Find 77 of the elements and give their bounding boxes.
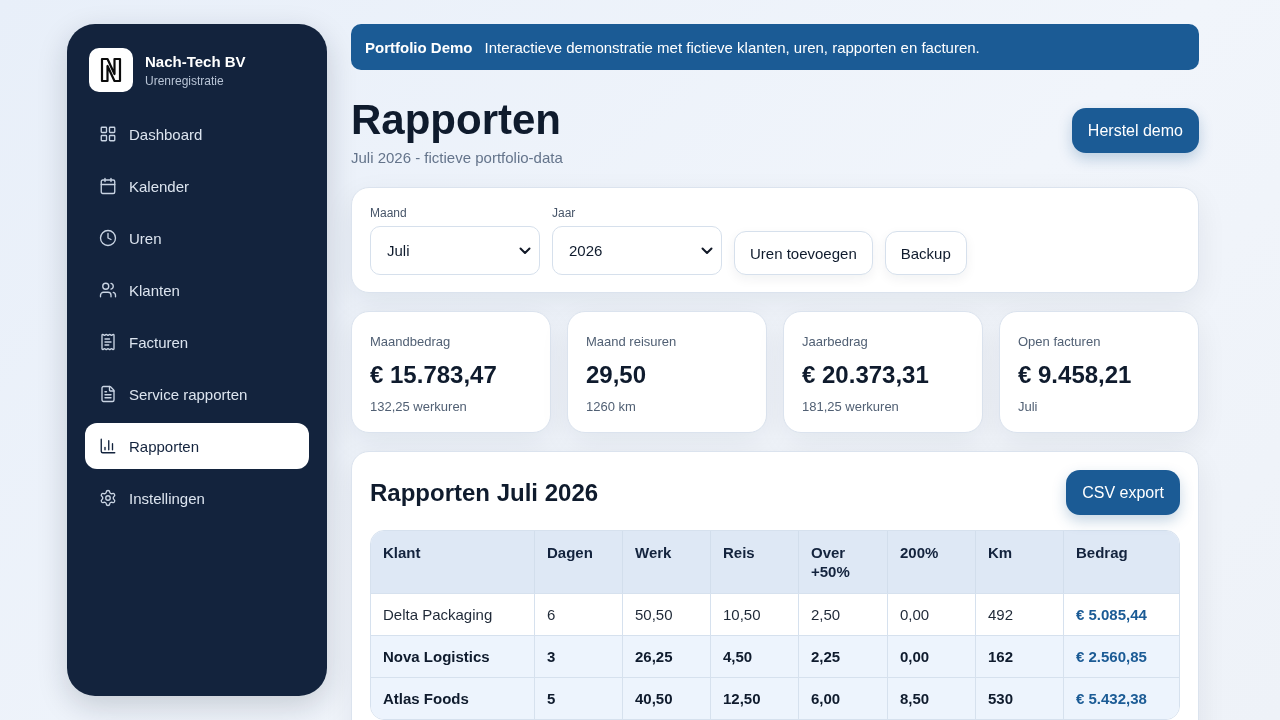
banner-text: Interactieve demonstratie met fictieve klanten, uren, rapporten en facturen. [484, 38, 980, 56]
table-cell: 4,50 [711, 635, 799, 677]
csv-export-button[interactable]: CSV export [1066, 470, 1180, 515]
stat-value: € 15.783,47 [370, 361, 498, 389]
brand-name: Nach-Tech BV [145, 52, 246, 70]
sidebar-item[interactable]: Dashboard [85, 111, 309, 157]
page-title: Rapporten [351, 95, 562, 145]
table-cell: 2,25 [799, 635, 888, 677]
select-field[interactable]: Juli [370, 226, 540, 275]
sidebar-item[interactable]: Kalender [85, 163, 309, 209]
table-cell: 6 [535, 593, 623, 635]
table-cell: Atlas Foods [371, 677, 535, 719]
stat-value: € 20.373,31 [802, 361, 930, 389]
table-cell: 2,50 [799, 593, 888, 635]
stat-note: 1260 km [586, 399, 637, 414]
table-cell: 40,50 [623, 677, 711, 719]
table-cell: 3 [535, 635, 623, 677]
column-header: 200% [888, 531, 976, 593]
stat-note: Juli [1018, 399, 1039, 414]
sidebar-item[interactable]: Facturen [85, 319, 309, 365]
page-subtitle: Juli 2026 - fictieve portfolio-data [351, 149, 563, 166]
clock-icon [99, 229, 117, 247]
column-header: Over +50% [799, 531, 888, 593]
table-cell: 12,50 [711, 677, 799, 719]
stat-label: Jaarbedrag [802, 334, 869, 349]
table-cell: € 5.432,38 [1064, 677, 1179, 719]
column-header: Reis [711, 531, 799, 593]
select-field[interactable]: 2026 [552, 226, 722, 275]
report-title: Rapporten Juli 2026 [370, 478, 599, 507]
chevron-down-icon [519, 246, 531, 255]
grid-icon [99, 125, 117, 143]
action-button[interactable]: Backup [884, 231, 967, 275]
document-icon [99, 385, 117, 403]
table-cell: 162 [976, 635, 1064, 677]
users-icon [99, 281, 117, 299]
table-cell: € 2.560,85 [1064, 635, 1179, 677]
stat-note: 181,25 werkuren [802, 399, 900, 414]
table-cell: Delta Packaging [371, 593, 535, 635]
stat-value: 29,50 [586, 361, 648, 389]
receipt-icon [99, 333, 117, 351]
banner-title: Portfolio Demo [365, 38, 473, 56]
table-cell: 530 [976, 677, 1064, 719]
stat-label: Maand reisuren [586, 334, 678, 349]
stat-value: € 9.458,21 [1018, 361, 1133, 389]
table-cell: 6,00 [799, 677, 888, 719]
table-cell: 492 [976, 593, 1064, 635]
table-cell: 5 [535, 677, 623, 719]
sidebar-item[interactable]: Service rapporten [85, 371, 309, 417]
table-cell: 0,00 [888, 635, 976, 677]
field-label: Jaar [552, 206, 577, 220]
sidebar-item[interactable]: Rapporten [85, 423, 309, 469]
chevron-down-icon [701, 246, 713, 255]
table-cell: 8,50 [888, 677, 976, 719]
table-cell: 50,50 [623, 593, 711, 635]
sidebar-item[interactable]: Klanten [85, 267, 309, 313]
stat-label: Open facturen [1018, 334, 1102, 349]
reset-demo-button[interactable]: Herstel demo [1071, 108, 1199, 153]
action-button[interactable]: Uren toevoegen [734, 231, 873, 275]
sidebar-item[interactable]: Uren [85, 215, 309, 261]
column-header: Werk [623, 531, 711, 593]
table-cell: 26,25 [623, 635, 711, 677]
sidebar-item[interactable]: Instellingen [85, 475, 309, 521]
column-header: Km [976, 531, 1064, 593]
table-cell: 10,50 [711, 593, 799, 635]
stat-label: Maandbedrag [370, 334, 452, 349]
logo-icon [89, 48, 133, 92]
brand-subtitle: Urenregistratie [145, 73, 225, 88]
bar-chart-icon [99, 437, 117, 455]
stat-note: 132,25 werkuren [370, 399, 468, 414]
column-header: Klant [371, 531, 535, 593]
table-cell: 0,00 [888, 593, 976, 635]
column-header: Bedrag [1064, 531, 1179, 593]
field-label: Maand [370, 206, 408, 220]
calendar-icon [99, 177, 117, 195]
table-cell: Nova Logistics [371, 635, 535, 677]
column-header: Dagen [535, 531, 623, 593]
settings-icon [99, 489, 117, 507]
